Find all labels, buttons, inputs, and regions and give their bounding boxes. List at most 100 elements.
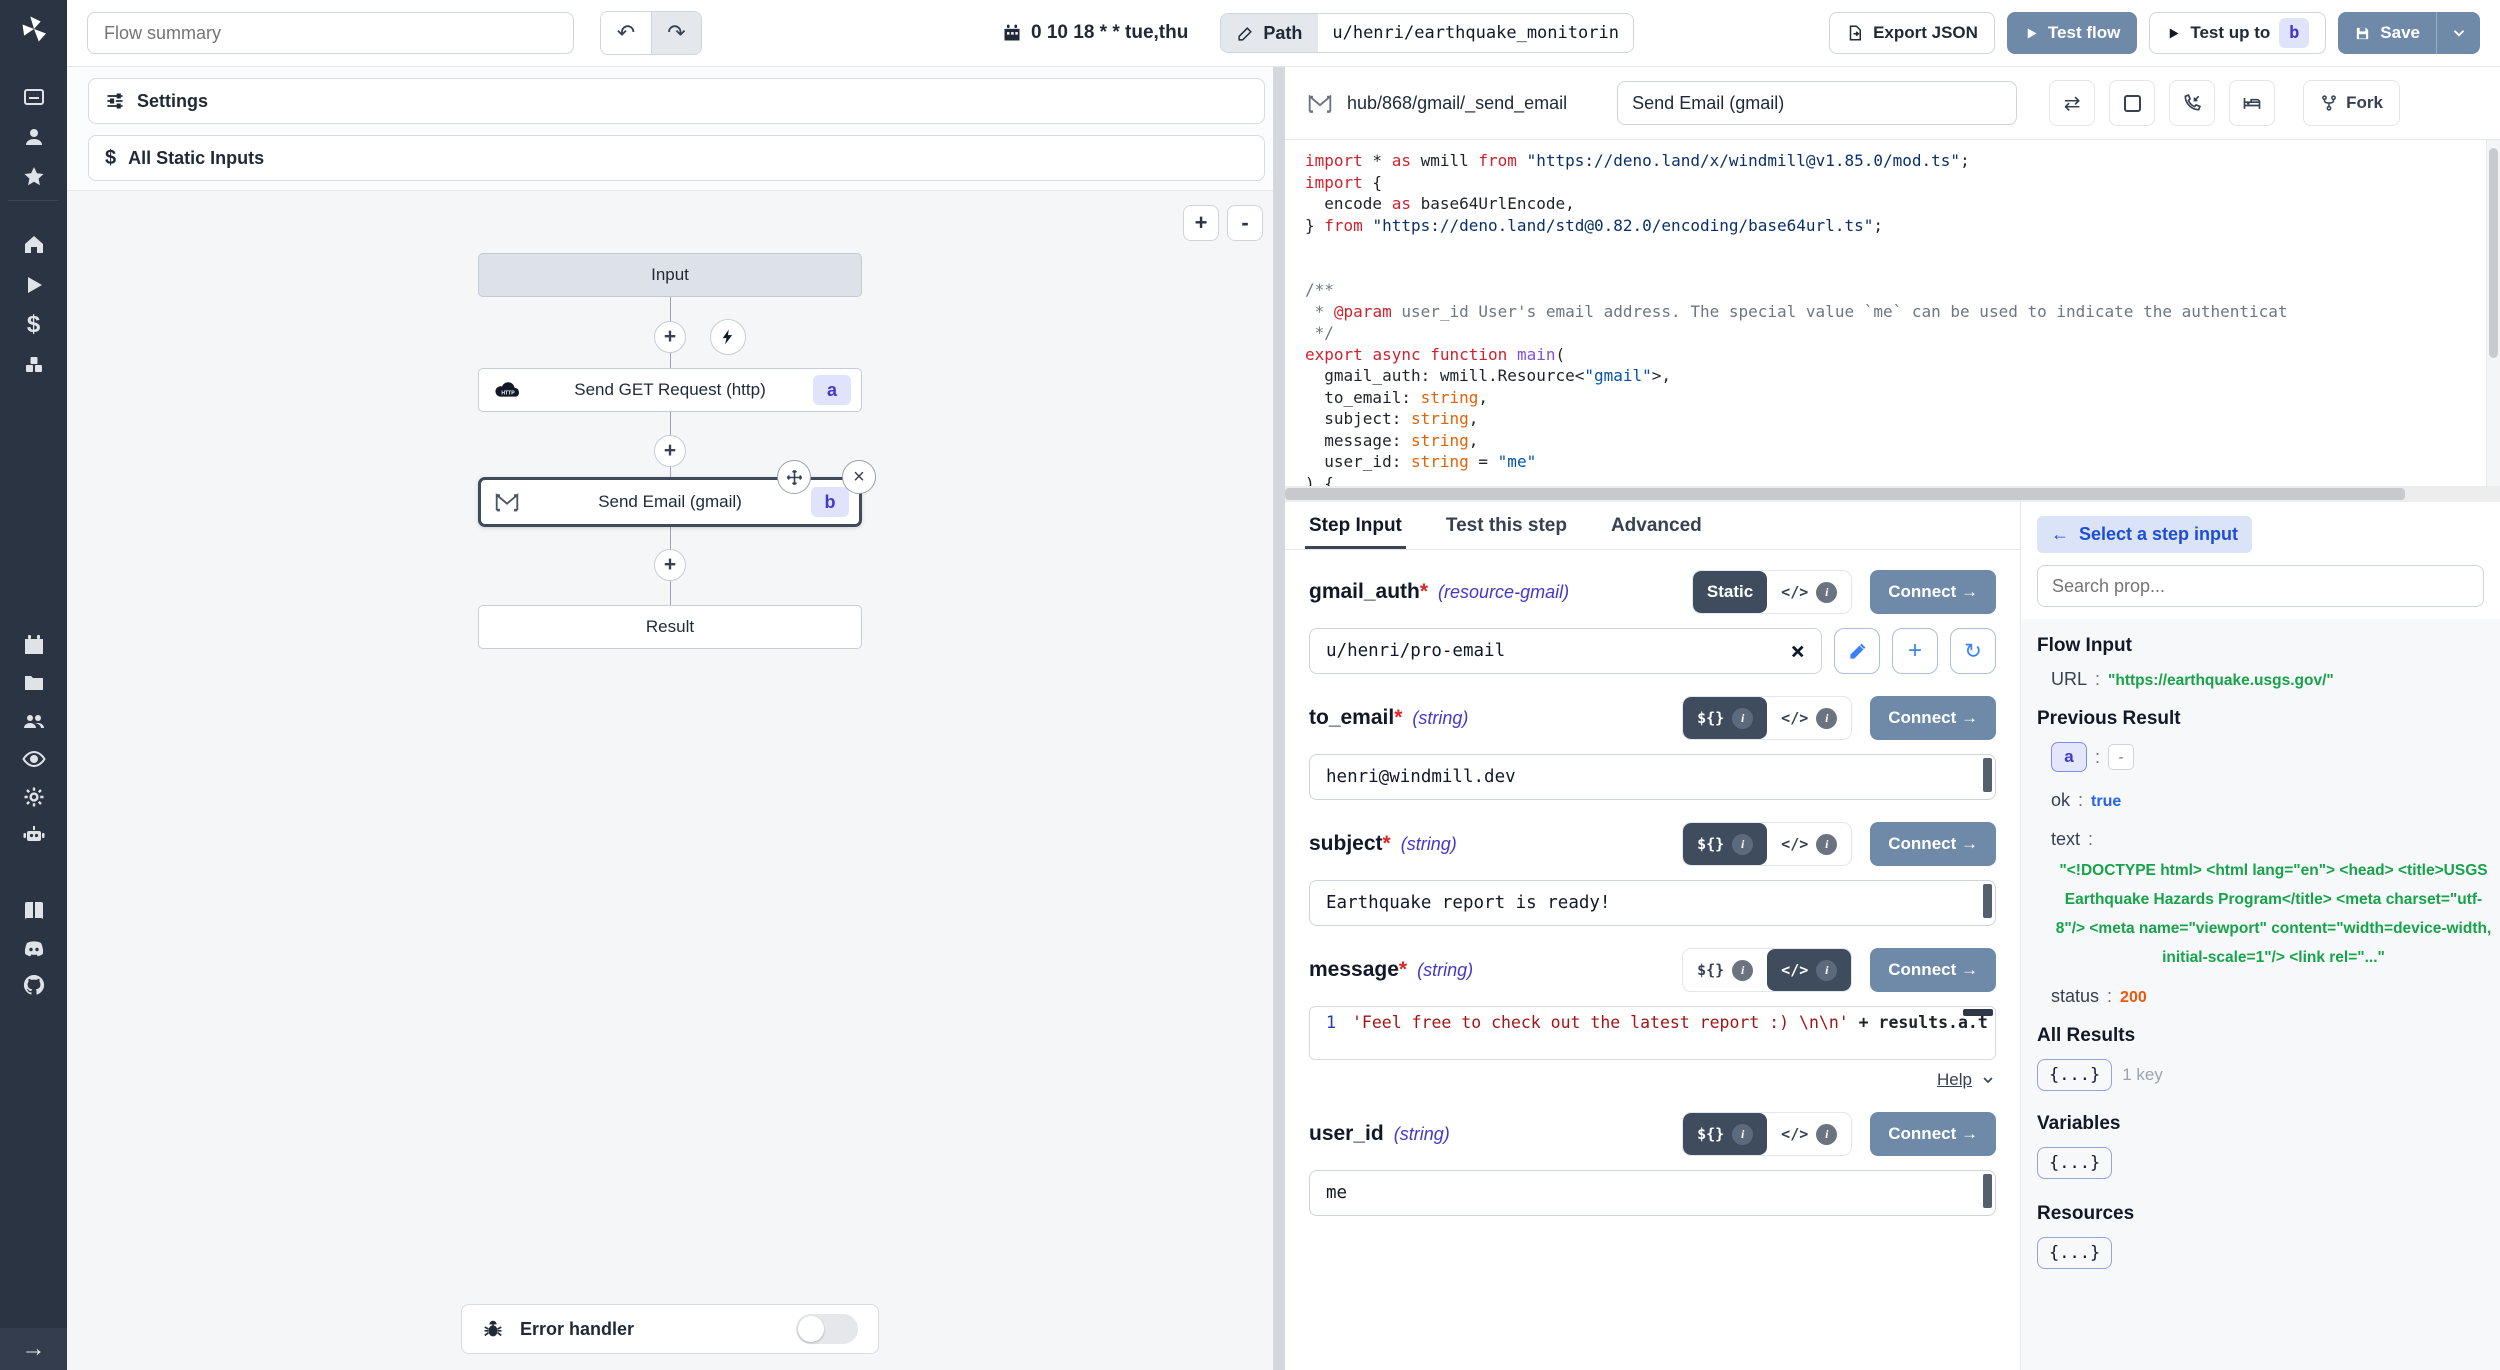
- insert-step-button[interactable]: +: [654, 435, 686, 467]
- variables-expand-chip[interactable]: {...}: [2037, 1147, 2112, 1179]
- groups-icon[interactable]: [21, 708, 47, 734]
- test-flow-button[interactable]: Test flow: [2007, 12, 2137, 54]
- collapse-button[interactable]: -: [2108, 744, 2134, 770]
- export-json-button[interactable]: Export JSON: [1829, 12, 1995, 54]
- mode-template[interactable]: ${}i: [1683, 1113, 1767, 1155]
- subject-input[interactable]: Earthquake report is ready!: [1309, 880, 1996, 926]
- text-value[interactable]: "<!DOCTYPE html> <html lang="en"> <head>…: [2051, 856, 2496, 972]
- mode-javascript[interactable]: </>i: [1767, 823, 1851, 865]
- info-icon[interactable]: i: [1816, 1124, 1837, 1145]
- variables-icon[interactable]: $: [21, 312, 47, 338]
- collapse-rail-button[interactable]: →: [0, 1328, 67, 1370]
- tab-test-this-step[interactable]: Test this step: [1446, 502, 1567, 549]
- user-id-input[interactable]: me: [1309, 1170, 1996, 1216]
- save-button[interactable]: Save: [2338, 12, 2480, 54]
- reload-script-button[interactable]: ⇄: [2049, 80, 2095, 126]
- save-dropdown-caret[interactable]: [2436, 12, 2480, 54]
- graph-node-result[interactable]: Result: [478, 605, 862, 649]
- code-editor[interactable]: import * as wmill from "https://deno.lan…: [1285, 140, 2500, 486]
- move-step-handle[interactable]: [777, 460, 811, 494]
- result-a-badge[interactable]: a: [2051, 742, 2087, 772]
- connect-button[interactable]: Connect →: [1870, 570, 1996, 614]
- info-icon[interactable]: i: [1732, 960, 1753, 981]
- step-name-input[interactable]: [1617, 81, 2017, 125]
- mode-static[interactable]: Static: [1693, 571, 1767, 613]
- flow-graph-canvas[interactable]: + - Input + HTTP Send GET Request (http)…: [67, 190, 1273, 1370]
- connect-button[interactable]: Connect →: [1870, 948, 1996, 992]
- select-step-input-chip[interactable]: ← Select a step input: [2037, 516, 2252, 553]
- gmail-auth-resource-input[interactable]: u/henri/pro-email ×: [1309, 628, 1822, 674]
- url-value[interactable]: "https://earthquake.usgs.gov/": [2108, 672, 2334, 690]
- all-static-inputs-button[interactable]: $ All Static Inputs: [88, 135, 1265, 181]
- discord-icon[interactable]: [21, 936, 47, 962]
- test-up-to-button[interactable]: Test up to b: [2149, 12, 2326, 54]
- redo-button[interactable]: ↷: [651, 12, 701, 54]
- mode-javascript[interactable]: </>i: [1767, 949, 1851, 991]
- add-resource-button[interactable]: +: [1892, 628, 1938, 674]
- ok-value[interactable]: true: [2091, 793, 2121, 811]
- path-chip[interactable]: Path u/henri/earthquake_monitorin: [1220, 13, 1634, 53]
- input-mode-toggle[interactable]: ${}i </>i: [1682, 822, 1852, 866]
- folders-icon[interactable]: [21, 670, 47, 696]
- workers-bot-icon[interactable]: [21, 822, 47, 848]
- resources-expand-chip[interactable]: {...}: [2037, 1237, 2112, 1269]
- schedule-display[interactable]: 0 10 18 * * tue,thu: [1002, 22, 1188, 44]
- info-icon[interactable]: i: [1732, 1124, 1753, 1145]
- result-ok-row[interactable]: ok : true: [2051, 790, 2484, 811]
- connect-button[interactable]: Connect →: [1870, 1112, 1996, 1156]
- mode-javascript[interactable]: </>i: [1767, 697, 1851, 739]
- info-icon[interactable]: i: [1816, 582, 1837, 603]
- input-mode-toggle[interactable]: ${}i </>i: [1682, 1112, 1852, 1156]
- mode-template[interactable]: ${}i: [1683, 697, 1767, 739]
- input-mode-toggle[interactable]: ${}i </>i: [1682, 696, 1852, 740]
- connect-button[interactable]: Connect →: [1870, 696, 1996, 740]
- error-handler-toggle[interactable]: [796, 1314, 858, 1344]
- trigger-bolt-button[interactable]: [710, 319, 746, 355]
- runs-icon[interactable]: [21, 272, 47, 298]
- info-icon[interactable]: i: [1816, 960, 1837, 981]
- zoom-out-button[interactable]: -: [1227, 205, 1263, 241]
- settings-gear-icon[interactable]: [21, 784, 47, 810]
- info-icon[interactable]: i: [1816, 708, 1837, 729]
- help-link[interactable]: Help: [1937, 1070, 1972, 1090]
- flow-settings-button[interactable]: Settings: [88, 78, 1265, 124]
- insert-step-button[interactable]: +: [654, 321, 686, 353]
- info-icon[interactable]: i: [1732, 834, 1753, 855]
- docs-book-icon[interactable]: [21, 898, 47, 924]
- info-icon[interactable]: i: [1816, 834, 1837, 855]
- mode-template[interactable]: ${}i: [1683, 949, 1767, 991]
- all-results-expand-chip[interactable]: {...}: [2037, 1059, 2112, 1091]
- search-prop-input[interactable]: [2037, 565, 2484, 607]
- graph-node-input[interactable]: Input: [478, 253, 862, 297]
- sleep-button[interactable]: [2229, 80, 2275, 126]
- graph-node-step-b-selected[interactable]: Send Email (gmail) b ×: [478, 477, 862, 527]
- error-handler-node[interactable]: Error handler: [461, 1304, 879, 1354]
- delete-step-button[interactable]: ×: [842, 460, 876, 494]
- to-email-input[interactable]: henri@windmill.dev: [1309, 754, 1996, 800]
- tab-advanced[interactable]: Advanced: [1611, 502, 1702, 549]
- flow-input-url-row[interactable]: URL : "https://earthquake.usgs.gov/": [2051, 669, 2484, 690]
- audit-eye-icon[interactable]: [21, 746, 47, 772]
- input-mode-toggle[interactable]: Static </>i: [1692, 570, 1852, 614]
- code-horizontal-scrollbar[interactable]: [1285, 486, 2500, 502]
- result-text-row[interactable]: text :: [2051, 829, 2484, 850]
- result-status-row[interactable]: status : 200: [2051, 986, 2484, 1007]
- fork-button[interactable]: Fork: [2303, 80, 2400, 126]
- previous-result-a-row[interactable]: a : -: [2051, 742, 2484, 772]
- mode-javascript[interactable]: </>i: [1767, 571, 1851, 613]
- user-icon[interactable]: [21, 124, 47, 150]
- code-vertical-scrollbar[interactable]: [2486, 140, 2500, 486]
- schedules-icon[interactable]: [21, 632, 47, 658]
- box-button[interactable]: [2109, 80, 2155, 126]
- mode-template[interactable]: ${}i: [1683, 823, 1767, 865]
- home-icon[interactable]: [21, 232, 47, 258]
- star-icon[interactable]: [21, 164, 47, 190]
- undo-button[interactable]: ↶: [601, 12, 651, 54]
- edit-resource-button[interactable]: [1834, 628, 1880, 674]
- mode-javascript[interactable]: </>i: [1767, 1113, 1851, 1155]
- connect-button[interactable]: Connect →: [1870, 822, 1996, 866]
- info-icon[interactable]: i: [1732, 708, 1753, 729]
- insert-step-button[interactable]: +: [654, 549, 686, 581]
- windmill-logo-icon[interactable]: [15, 10, 53, 48]
- flow-summary-input[interactable]: [87, 12, 574, 54]
